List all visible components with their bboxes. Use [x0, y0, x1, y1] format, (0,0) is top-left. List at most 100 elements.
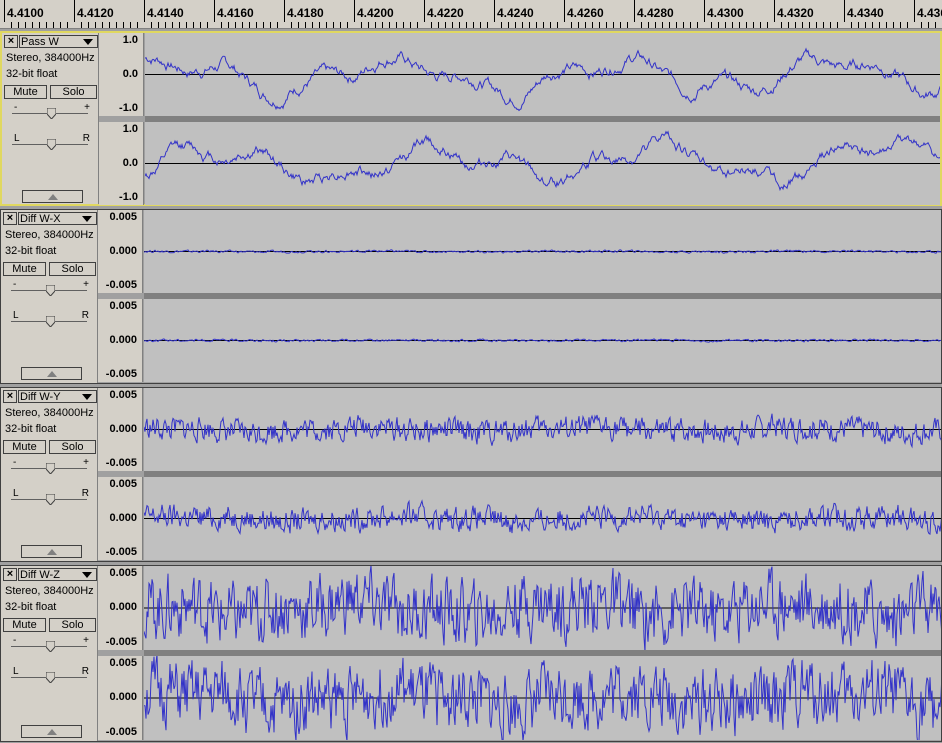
timeline-ruler[interactable]: 4.4100 4.4120 4.4140 4.4160 4.4180 4.4200 4.42…	[0, 0, 942, 29]
mute-button[interactable]: Mute	[3, 440, 46, 454]
pan-slider[interactable]: L R	[5, 666, 93, 691]
ruler-minor-tick	[613, 22, 614, 28]
track-control-panel[interactable]: × Diff W-Z Stereo, 384000Hz 32-bit float…	[1, 566, 98, 741]
slider-thumb-icon[interactable]	[46, 494, 55, 505]
ruler-tick-label: 4.4340	[847, 6, 884, 20]
track-control-panel[interactable]: × Diff W-Y Stereo, 384000Hz 32-bit float…	[1, 388, 98, 561]
ruler-minor-tick	[312, 22, 313, 28]
track-name-menu[interactable]: Diff W-Z	[18, 568, 97, 581]
pan-slider[interactable]: L R	[6, 133, 94, 158]
track[interactable]: × Diff W-Y Stereo, 384000Hz 32-bit float…	[0, 387, 942, 562]
ruler-major-tick	[4, 0, 5, 22]
track[interactable]: × Diff W-X Stereo, 384000Hz 32-bit float…	[0, 209, 942, 384]
amplitude-scale[interactable]: 0.005 0.000 -0.005	[98, 388, 143, 471]
waveform-channel[interactable]	[145, 33, 940, 116]
waveform-channel[interactable]	[144, 477, 941, 560]
ruler-major-tick	[704, 0, 705, 22]
close-track-button[interactable]: ×	[3, 212, 17, 225]
waveform-channel[interactable]	[145, 122, 940, 205]
slider-thumb-icon[interactable]	[46, 672, 55, 683]
amplitude-scale[interactable]: 0.005 0.000 -0.005	[98, 566, 143, 650]
track-control-panel[interactable]: × Pass W Stereo, 384000Hz 32-bit float M…	[2, 33, 99, 204]
waveform-channel[interactable]	[144, 210, 941, 293]
ruler-minor-tick	[151, 22, 152, 28]
ruler-minor-tick	[18, 22, 19, 28]
collapse-track-button[interactable]	[22, 190, 83, 203]
ruler-tick-label: 4.4100	[7, 6, 44, 20]
slider-thumb-icon[interactable]	[46, 316, 55, 327]
track-name-menu[interactable]: Diff W-X	[18, 212, 97, 225]
solo-button[interactable]: Solo	[50, 85, 97, 99]
slider-thumb-icon[interactable]	[46, 285, 55, 296]
waveform-svg	[144, 249, 941, 254]
ruler-minor-tick	[305, 22, 306, 28]
ruler-minor-tick	[606, 22, 607, 28]
gain-slider[interactable]: - +	[5, 635, 93, 660]
ruler-minor-tick	[627, 22, 628, 28]
waveform-channel[interactable]	[144, 656, 941, 740]
track-name-menu[interactable]: Diff W-Y	[18, 390, 97, 403]
amplitude-scale[interactable]: 0.005 0.000 -0.005	[98, 299, 143, 382]
ruler-minor-tick	[193, 22, 194, 28]
ruler-minor-tick	[543, 22, 544, 28]
slider-thumb-icon[interactable]	[47, 139, 56, 150]
solo-button[interactable]: Solo	[49, 618, 96, 632]
ruler-minor-tick	[438, 22, 439, 28]
slider-thumb-icon[interactable]	[46, 641, 55, 652]
ruler-tick-label: 4.4260	[567, 6, 604, 20]
ruler-minor-tick	[816, 22, 817, 28]
mute-button[interactable]: Mute	[3, 618, 46, 632]
solo-button[interactable]: Solo	[49, 262, 96, 276]
ruler-minor-tick	[935, 22, 936, 28]
ruler-minor-tick	[473, 22, 474, 28]
mute-button[interactable]: Mute	[4, 85, 47, 99]
scale-bottom-label: -1.0	[119, 102, 138, 114]
ruler-minor-tick	[529, 22, 530, 28]
gain-minus-label: -	[14, 102, 18, 113]
scale-bottom-label: -0.005	[105, 636, 137, 648]
mute-button[interactable]: Mute	[3, 262, 46, 276]
ruler-minor-tick	[137, 22, 138, 28]
track-control-panel[interactable]: × Diff W-X Stereo, 384000Hz 32-bit float…	[1, 210, 98, 383]
waveform-svg	[145, 47, 940, 112]
ruler-minor-tick	[221, 22, 222, 28]
slider-thumb-icon[interactable]	[47, 108, 56, 119]
ruler-minor-tick	[886, 22, 887, 28]
ruler-minor-tick	[347, 22, 348, 28]
track-name-menu[interactable]: Pass W	[19, 35, 98, 48]
ruler-minor-tick	[809, 22, 810, 28]
collapse-track-button[interactable]	[21, 367, 82, 380]
amplitude-scale[interactable]: 1.0 0.0 -1.0	[99, 33, 144, 116]
waveform-svg	[144, 338, 941, 343]
slider-thumb-icon[interactable]	[46, 463, 55, 474]
ruler-minor-tick	[683, 22, 684, 28]
gain-slider[interactable]: - +	[5, 279, 93, 304]
track[interactable]: × Pass W Stereo, 384000Hz 32-bit float M…	[0, 31, 942, 206]
waveform-svg	[144, 499, 941, 536]
waveform-channel[interactable]	[144, 566, 941, 650]
ruler-minor-tick	[319, 22, 320, 28]
ruler-minor-tick	[326, 22, 327, 28]
gain-slider[interactable]: - +	[6, 102, 94, 127]
ruler-minor-tick	[480, 22, 481, 28]
pan-slider[interactable]: L R	[5, 310, 93, 335]
ruler-minor-tick	[802, 22, 803, 28]
pan-slider[interactable]: L R	[5, 488, 93, 513]
collapse-track-button[interactable]	[21, 545, 82, 558]
dropdown-arrow-icon	[83, 39, 93, 45]
close-track-button[interactable]: ×	[4, 35, 18, 48]
amplitude-scale[interactable]: 0.005 0.000 -0.005	[98, 477, 143, 560]
close-track-button[interactable]: ×	[3, 390, 17, 403]
gain-slider[interactable]: - +	[5, 457, 93, 482]
close-track-button[interactable]: ×	[3, 568, 17, 581]
ruler-minor-tick	[655, 22, 656, 28]
amplitude-scale[interactable]: 0.005 0.000 -0.005	[98, 656, 143, 740]
amplitude-scale[interactable]: 0.005 0.000 -0.005	[98, 210, 143, 293]
amplitude-scale[interactable]: 1.0 0.0 -1.0	[99, 122, 144, 205]
solo-button[interactable]: Solo	[49, 440, 96, 454]
collapse-track-button[interactable]	[21, 725, 82, 738]
waveform-channel[interactable]	[144, 388, 941, 471]
ruler-tick-label: 4.4240	[497, 6, 534, 20]
track[interactable]: × Diff W-Z Stereo, 384000Hz 32-bit float…	[0, 565, 942, 742]
waveform-channel[interactable]	[144, 299, 941, 382]
